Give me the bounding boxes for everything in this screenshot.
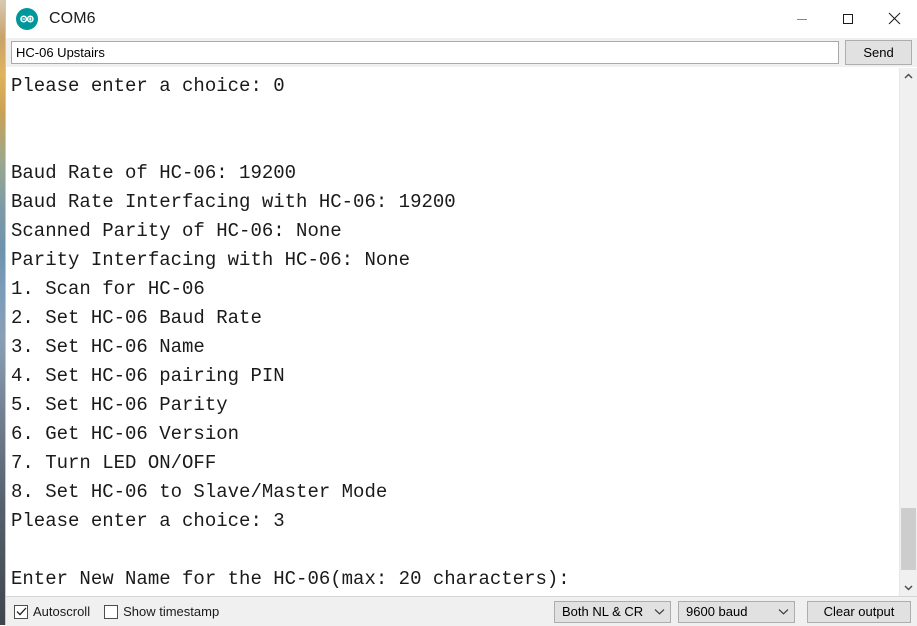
- console-line: 4. Set HC-06 pairing PIN: [11, 365, 285, 387]
- console-line: 1. Scan for HC-06: [11, 278, 205, 300]
- console-line: 5. Set HC-06 Parity: [11, 394, 228, 416]
- show-timestamp-checkbox-box[interactable]: [104, 604, 119, 619]
- scrollbar-thumb[interactable]: [901, 508, 916, 570]
- send-row: Send: [6, 38, 917, 67]
- check-icon: [16, 607, 26, 616]
- console-line: 7. Turn LED ON/OFF: [11, 452, 217, 474]
- console-line: Scanned Parity of HC-06: None: [11, 220, 342, 242]
- console-line: Please enter a choice: 3: [11, 510, 285, 532]
- chevron-down-icon: [778, 608, 789, 615]
- status-bar: Autoscroll Show timestamp Both NL & CR 9…: [6, 596, 917, 626]
- close-icon[interactable]: [871, 0, 917, 37]
- clear-output-button[interactable]: Clear output: [807, 600, 911, 623]
- console-line: Baud Rate Interfacing with HC-06: 19200: [11, 191, 456, 213]
- minimize-icon[interactable]: [779, 0, 825, 37]
- autoscroll-label: Autoscroll: [33, 604, 91, 619]
- baud-rate-select[interactable]: 9600 baud: [678, 600, 795, 623]
- show-timestamp-label: Show timestamp: [123, 604, 220, 619]
- console-line: 2. Set HC-06 Baud Rate: [11, 307, 262, 329]
- line-ending-select[interactable]: Both NL & CR: [554, 600, 671, 623]
- arduino-infinity-icon: [16, 7, 38, 30]
- maximize-icon[interactable]: [825, 0, 871, 37]
- window-controls: [779, 0, 917, 37]
- chevron-down-icon: [654, 608, 665, 615]
- console-area: Please enter a choice: 0 Baud Rate of HC…: [6, 67, 917, 596]
- console-line: Enter New Name for the HC-06(max: 20 cha…: [11, 568, 570, 590]
- baud-rate-value: 9600 baud: [686, 604, 748, 619]
- show-timestamp-checkbox[interactable]: Show timestamp: [104, 604, 219, 619]
- serial-monitor-window: COM6 Send Please: [5, 0, 917, 626]
- window-title: COM6: [49, 9, 96, 27]
- title-bar: COM6: [6, 0, 917, 38]
- console-line: Parity Interfacing with HC-06: None: [11, 249, 411, 271]
- console-line: Please enter a choice: 0: [11, 75, 285, 97]
- status-bar-controls: Both NL & CR 9600 baud Clear output: [547, 600, 911, 623]
- console-output[interactable]: Please enter a choice: 0 Baud Rate of HC…: [6, 68, 899, 596]
- console-line: 6. Get HC-06 Version: [11, 423, 240, 445]
- console-line: Baud Rate of HC-06: 19200: [11, 162, 297, 184]
- line-ending-value: Both NL & CR: [562, 604, 644, 619]
- autoscroll-checkbox[interactable]: Autoscroll: [14, 604, 90, 619]
- autoscroll-checkbox-box[interactable]: [14, 604, 28, 619]
- console-scrollbar[interactable]: [899, 68, 917, 596]
- console-line: 3. Set HC-06 Name: [11, 336, 205, 358]
- chevron-up-icon[interactable]: [900, 68, 917, 85]
- console-line: 8. Set HC-06 to Slave/Master Mode: [11, 481, 388, 503]
- send-input[interactable]: [11, 41, 839, 64]
- chevron-down-icon[interactable]: [900, 579, 917, 596]
- send-button[interactable]: Send: [845, 40, 912, 65]
